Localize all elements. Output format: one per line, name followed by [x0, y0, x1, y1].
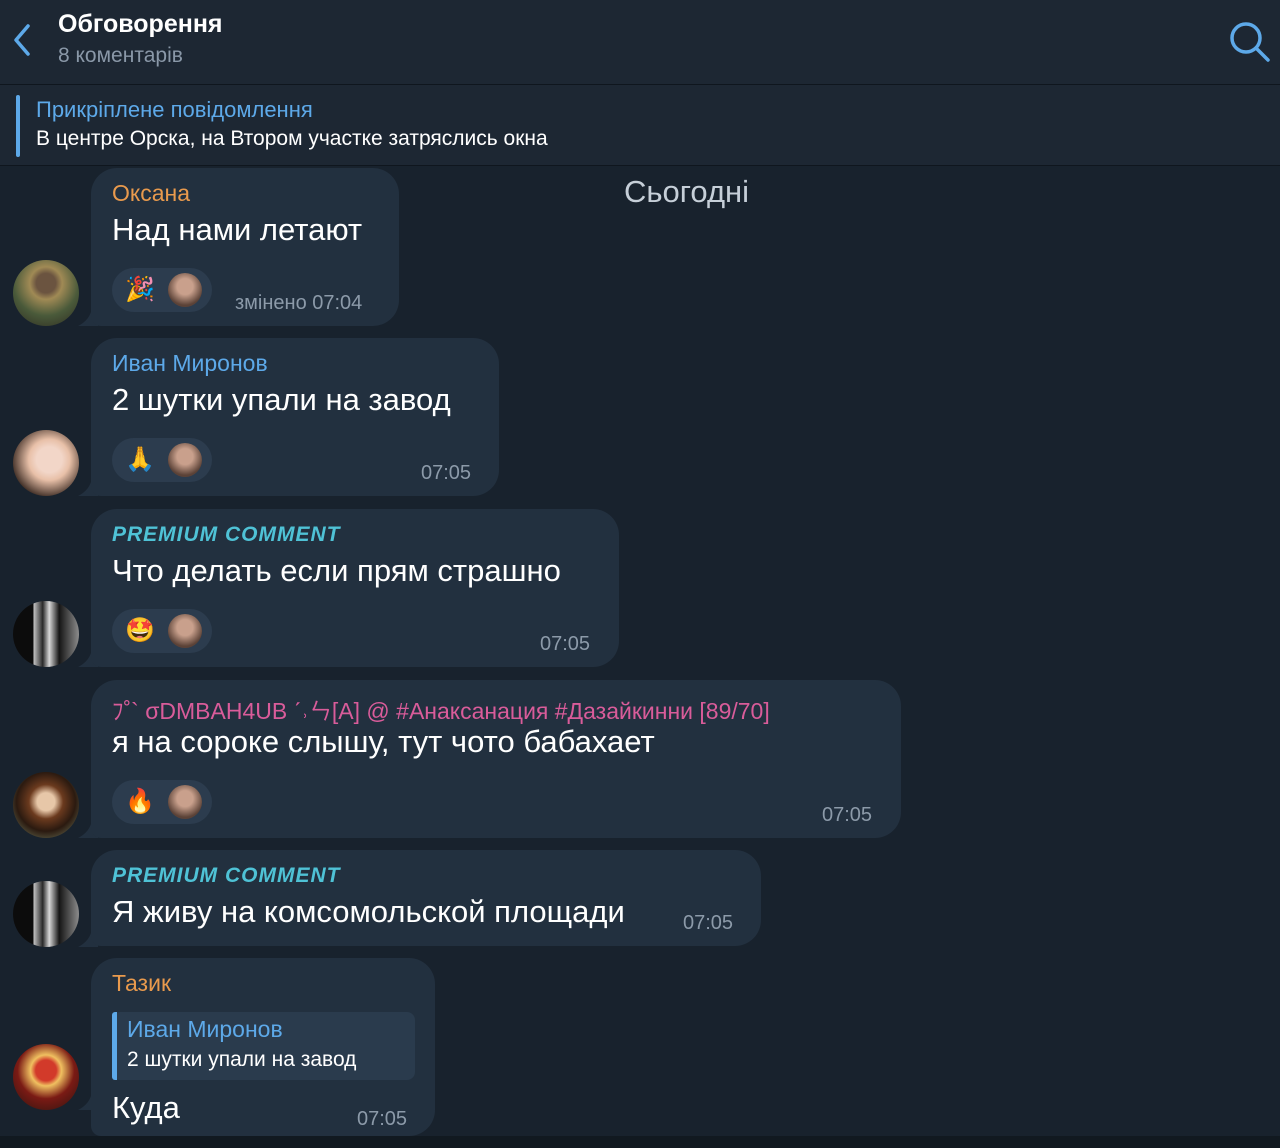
author-name[interactable]: Тазик — [112, 970, 171, 997]
reaction-emoji: 🤩 — [125, 617, 155, 644]
reaction-emoji: 🙏 — [125, 446, 155, 473]
message-time: 07:05 — [540, 633, 591, 655]
message-time: 07:05 — [822, 804, 873, 826]
author-name[interactable]: ﾌ˚` σDMBAH4UB ˊ˒ㄣ[A] @ #Анаксанация #Даз… — [112, 692, 770, 726]
message-text: 2 шутки упали на завод — [112, 382, 451, 417]
avatar[interactable] — [13, 881, 79, 947]
search-icon — [1230, 22, 1270, 62]
comment-count: 8 коментарів — [58, 44, 183, 67]
message-time: змінено 07:04 — [235, 292, 363, 314]
message-time: 07:05 — [683, 912, 734, 934]
page-title: Обговорення — [58, 10, 223, 38]
reaction-emoji: 🎉 — [125, 276, 155, 303]
pinned-accent-bar — [16, 95, 20, 157]
message-bubble[interactable]: Иван Миронов 2 шутки упали на завод 🙏 07… — [91, 338, 499, 496]
chevron-left-icon — [14, 24, 30, 56]
avatar[interactable] — [13, 260, 79, 326]
author-name[interactable]: Иван Миронов — [112, 350, 268, 377]
search-button[interactable] — [1226, 18, 1272, 64]
pinned-text: В центре Орска, на Втором участке затряс… — [36, 127, 548, 150]
reactor-avatar — [168, 443, 202, 477]
reaction-emoji: 🔥 — [125, 788, 155, 815]
avatar[interactable] — [13, 772, 79, 838]
pinned-title: Прикріплене повідомлення — [36, 97, 313, 122]
avatar[interactable] — [13, 1044, 79, 1110]
reaction-chip[interactable]: 🤩 — [112, 609, 212, 653]
message-bubble[interactable]: PREMIUM COMMENT Я живу на комсомольской … — [91, 850, 761, 946]
top-bar: Обговорення 8 коментарів — [0, 0, 1280, 85]
message-time: 07:05 — [421, 462, 472, 484]
reply-text: 2 шутки упали на завод — [127, 1048, 357, 1071]
message-text: Я живу на комсомольской площади — [112, 894, 625, 929]
message-bubble[interactable]: Тазик Иван Миронов 2 шутки упали на заво… — [91, 958, 435, 1136]
message-text: я на сороке слышу, тут чото бабахает — [112, 724, 655, 759]
message-text: Что делать если прям страшно — [112, 553, 561, 588]
pinned-message[interactable]: Прикріплене повідомлення В центре Орска,… — [0, 85, 1280, 166]
reactor-avatar — [168, 273, 202, 307]
message-bubble[interactable]: PREMIUM COMMENT Что делать если прям стр… — [91, 509, 619, 667]
message-text: Над нами летают — [112, 212, 363, 247]
reply-accent-bar — [112, 1012, 117, 1080]
reply-quote[interactable]: Иван Миронов 2 шутки упали на завод — [112, 1012, 415, 1080]
reply-author: Иван Миронов — [127, 1016, 283, 1042]
message-text: Куда — [112, 1090, 180, 1125]
reaction-chip[interactable]: 🎉 — [112, 268, 212, 312]
author-name[interactable]: Оксана — [112, 180, 190, 207]
premium-label: PREMIUM COMMENT — [112, 864, 341, 887]
date-separator: Сьогодні — [624, 174, 750, 209]
reaction-chip[interactable]: 🔥 — [112, 780, 212, 824]
reactor-avatar — [168, 785, 202, 819]
avatar[interactable] — [13, 601, 79, 667]
message-bubble[interactable]: ﾌ˚` σDMBAH4UB ˊ˒ㄣ[A] @ #Анаксанация #Даз… — [91, 680, 901, 838]
avatar[interactable] — [13, 430, 79, 496]
reaction-chip[interactable]: 🙏 — [112, 438, 212, 482]
message-bubble[interactable]: Оксана Над нами летают 🎉 змінено 07:04 — [91, 168, 399, 326]
premium-label: PREMIUM COMMENT — [112, 523, 341, 546]
back-button[interactable] — [6, 18, 42, 62]
message-time: 07:05 — [357, 1108, 408, 1130]
reactor-avatar — [168, 614, 202, 648]
bottom-divider — [0, 1136, 1280, 1148]
